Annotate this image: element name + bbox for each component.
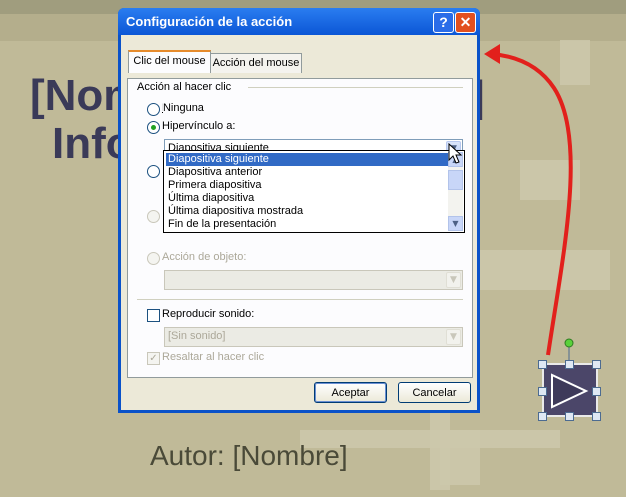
list-item[interactable]: Fin de la presentación (166, 218, 448, 231)
list-item[interactable]: Diapositiva anterior (166, 166, 448, 179)
none-radio[interactable] (147, 103, 160, 116)
dialog-titlebar[interactable]: Configuración de la acción ? ✕ (118, 8, 480, 35)
highlight-label: Resaltar al hacer clic (162, 351, 265, 363)
resize-handle[interactable] (538, 387, 547, 396)
tab-mouse-click[interactable]: Clic del mouse (128, 50, 211, 73)
hyperlink-dropdown-list: Diapositiva siguiente Diapositiva anteri… (163, 150, 465, 233)
group-label: Acción al hacer clic (137, 81, 232, 93)
tab-label: Acción del mouse (212, 57, 300, 69)
tab-mouse-over[interactable]: Acción del mouse (210, 53, 302, 73)
tab-label: Clic del mouse (133, 55, 206, 67)
scroll-down-icon[interactable]: ▼ (448, 216, 463, 231)
list-item[interactable]: Última diapositiva mostrada (166, 205, 448, 218)
object-action-radio (147, 252, 160, 265)
mouse-pointer-icon (448, 143, 463, 164)
resize-handle[interactable] (592, 387, 601, 396)
sound-select-value: [Sin sonido] (168, 330, 226, 342)
cancel-button[interactable]: Cancelar (398, 382, 471, 403)
slide-author: Autor: [Nombre] (150, 440, 348, 471)
play-sound-checkbox[interactable] (147, 309, 160, 322)
macro-radio (147, 210, 160, 223)
close-button[interactable]: ✕ (455, 12, 476, 33)
resize-handle[interactable] (565, 412, 574, 421)
ok-button[interactable]: Aceptar (314, 382, 387, 403)
section-divider (137, 299, 463, 300)
dialog-title: Configuración de la acción (126, 14, 293, 29)
object-action-select: ▼ (164, 270, 463, 290)
play-sound-label[interactable]: Reproducir sonido: (162, 308, 254, 320)
hyperlink-radio-label[interactable]: Hipervínculo a: (162, 120, 235, 132)
object-action-label: Acción de objeto: (162, 251, 247, 263)
resize-handle[interactable] (592, 360, 601, 369)
program-radio[interactable] (147, 165, 160, 178)
sound-select: [Sin sonido] ▼ (164, 327, 463, 347)
none-radio-label[interactable]: NNinguna (162, 102, 204, 114)
group-divider (248, 87, 463, 88)
chevron-down-icon: ▼ (446, 272, 461, 288)
list-item[interactable]: Diapositiva siguiente (166, 153, 448, 166)
slide-decoration (440, 430, 480, 485)
highlight-checkbox: ✓ (147, 352, 160, 365)
hyperlink-radio[interactable] (147, 121, 160, 134)
help-button[interactable]: ? (433, 12, 454, 33)
annotation-arrow (484, 44, 573, 356)
list-item[interactable]: Última diapositiva (166, 192, 448, 205)
scroll-thumb[interactable] (448, 170, 463, 190)
list-item[interactable]: Primera diapositiva (166, 179, 448, 192)
close-icon: ✕ (459, 14, 472, 30)
chevron-down-icon: ▼ (446, 329, 461, 345)
none-text: Ninguna (162, 102, 204, 114)
resize-handle[interactable] (592, 412, 601, 421)
resize-handle[interactable] (538, 412, 547, 421)
